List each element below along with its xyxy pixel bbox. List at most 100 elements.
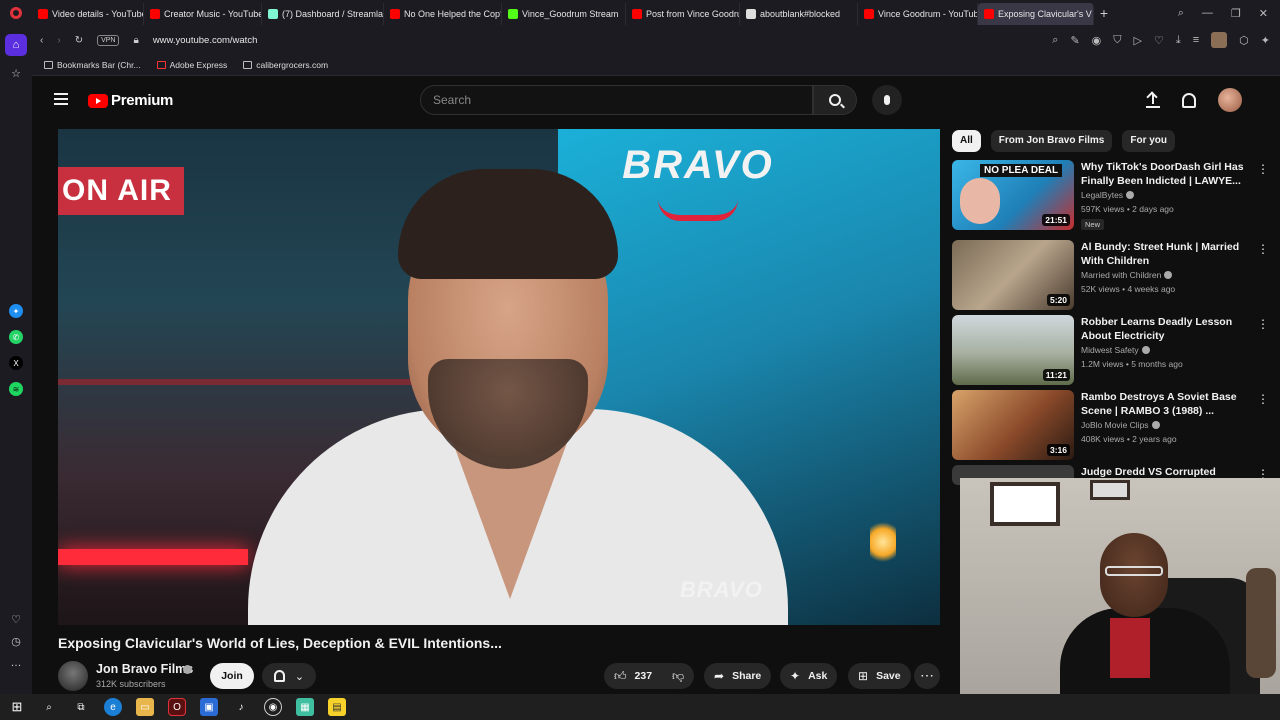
more-vert-icon[interactable]: ⋮: [1257, 392, 1269, 406]
more-vert-icon[interactable]: ⋮: [1257, 317, 1269, 331]
bookmark-item[interactable]: Adobe Express: [156, 60, 227, 70]
more-icon[interactable]: …: [5, 652, 27, 674]
recommendation-item[interactable]: 3:16 Rambo Destroys A Soviet Base Scene …: [952, 390, 1272, 460]
video-thumbnail[interactable]: 5:20: [952, 240, 1074, 310]
channel-name[interactable]: Jon Bravo Films: [96, 662, 193, 676]
ai-icon[interactable]: ✦: [1261, 34, 1270, 47]
windows-start-icon[interactable]: ⊞: [8, 698, 26, 716]
obs-icon[interactable]: ◉: [264, 698, 282, 716]
menu-icon[interactable]: [54, 93, 68, 105]
chip-all[interactable]: All: [952, 130, 981, 152]
search-tabs-icon[interactable]: ⌕: [1178, 7, 1184, 20]
opera-logo-icon[interactable]: [0, 0, 32, 26]
recommendation-title[interactable]: Al Bundy: Street Hunk | Married With Chi…: [1081, 240, 1247, 268]
recommendation-item[interactable]: 5:20 Al Bundy: Street Hunk | Married Wit…: [952, 240, 1272, 310]
browser-tab[interactable]: Video details - YouTube S: [32, 3, 144, 25]
home-icon[interactable]: ⌂: [5, 34, 27, 56]
voice-search-button[interactable]: [872, 85, 902, 115]
recommendation-channel[interactable]: JoBlo Movie Clips: [1081, 420, 1160, 430]
recommendation-channel[interactable]: Midwest Safety: [1081, 345, 1150, 355]
more-vert-icon[interactable]: ⋮: [1257, 242, 1269, 256]
ask-button[interactable]: ✦ Ask: [780, 663, 838, 689]
opera-icon[interactable]: O: [168, 698, 186, 716]
edit-icon[interactable]: ✎: [1070, 34, 1079, 47]
history-icon[interactable]: ◷: [5, 630, 27, 652]
store-icon[interactable]: ▣: [200, 698, 218, 716]
folder-icon: [44, 60, 53, 69]
recommendation-item[interactable]: NO PLEA DEAL 21:51 Why TikTok's DoorDash…: [952, 160, 1272, 230]
youtube-icon: [632, 9, 642, 19]
sticky-notes-icon[interactable]: ▤: [328, 698, 346, 716]
task-view-icon[interactable]: ⧉: [72, 698, 90, 716]
subscription-bell-button[interactable]: ⌄: [262, 663, 316, 689]
browser-tab[interactable]: Vince Goodrum - YouTub: [858, 3, 978, 25]
recommendation-item[interactable]: 11:21 Robber Learns Deadly Lesson About …: [952, 315, 1272, 385]
recommendation-title[interactable]: Rambo Destroys A Soviet Base Scene | RAM…: [1081, 390, 1247, 418]
upload-icon[interactable]: [1146, 92, 1160, 108]
browser-tab[interactable]: (7) Dashboard / Streamlab: [262, 3, 384, 25]
reload-icon[interactable]: ↻: [75, 35, 83, 46]
dislike-button[interactable]: 👎︎: [664, 663, 694, 689]
save-button[interactable]: ⊞ Save: [848, 663, 911, 689]
join-button[interactable]: Join: [210, 663, 254, 689]
search-icon[interactable]: ⌕: [1052, 34, 1058, 47]
channel-avatar[interactable]: [58, 661, 88, 691]
menu-icon[interactable]: ≡: [1193, 34, 1199, 46]
video-thumbnail[interactable]: NO PLEA DEAL 21:51: [952, 160, 1074, 230]
bookmark-item[interactable]: Bookmarks Bar (Chr...: [44, 60, 141, 70]
x-icon[interactable]: X: [9, 356, 23, 370]
browser-tab[interactable]: Post from Vince Goodrum: [626, 3, 740, 25]
notifications-bell-icon[interactable]: [1182, 92, 1196, 108]
chip-for-you[interactable]: For you: [1122, 130, 1176, 152]
play-icon[interactable]: ▷: [1134, 34, 1142, 47]
new-tab-plus-icon[interactable]: +: [1094, 5, 1114, 21]
heart-icon[interactable]: ♡: [1154, 34, 1164, 47]
bookmark-item[interactable]: calibergrocers.com: [243, 60, 328, 70]
forward-icon[interactable]: ›: [57, 35, 60, 46]
download-icon[interactable]: ⤓: [1176, 34, 1181, 47]
video-thumbnail[interactable]: 3:16: [952, 390, 1074, 460]
recommendation-title[interactable]: Robber Learns Deadly Lesson About Electr…: [1081, 315, 1247, 343]
chip-from-channel[interactable]: From Jon Bravo Films: [990, 130, 1113, 152]
extensions-icon[interactable]: ⬡: [1239, 34, 1249, 47]
recommendation-channel[interactable]: LegalBytes: [1081, 190, 1135, 200]
file-explorer-icon[interactable]: ▭: [136, 698, 154, 716]
more-vert-icon[interactable]: ⋮: [1257, 162, 1269, 176]
back-icon[interactable]: ‹: [40, 35, 43, 46]
star-icon[interactable]: ☆: [5, 62, 27, 84]
browser-tab[interactable]: Vince_Goodrum Stream: [502, 3, 626, 25]
messenger-icon[interactable]: ✦: [9, 304, 23, 318]
account-avatar[interactable]: [1218, 88, 1242, 112]
youtube-icon: [864, 9, 874, 19]
browser-tab[interactable]: No One Helped the Cop?: [384, 3, 502, 25]
search-icon[interactable]: ⌕: [40, 698, 58, 716]
recommendation-title[interactable]: Judge Dredd VS Corrupted: [1081, 465, 1247, 479]
more-actions-button[interactable]: ⋯: [914, 663, 940, 689]
close-icon[interactable]: ✕: [1259, 7, 1268, 20]
recommendation-channel[interactable]: Married with Children: [1081, 270, 1173, 280]
recommendation-title[interactable]: Why TikTok's DoorDash Girl Has Finally B…: [1081, 160, 1247, 188]
camera-icon[interactable]: ◉: [1092, 34, 1102, 47]
search-button[interactable]: [813, 85, 857, 115]
video-thumbnail[interactable]: 11:21: [952, 315, 1074, 385]
share-button[interactable]: ➦ Share: [704, 663, 772, 689]
heart-icon[interactable]: ♡: [5, 608, 27, 630]
streamlabs-icon[interactable]: ▦: [296, 698, 314, 716]
minimize-icon[interactable]: —: [1202, 7, 1213, 20]
edge-icon[interactable]: e: [104, 698, 122, 716]
browser-tab[interactable]: Creator Music - YouTube: [144, 3, 262, 25]
search-input[interactable]: Search: [420, 85, 813, 115]
shield-icon[interactable]: ⛉: [1113, 34, 1121, 47]
tiktok-icon[interactable]: ♪: [232, 698, 250, 716]
chevron-down-icon: ⌄: [294, 670, 305, 683]
spotify-icon[interactable]: ≋: [9, 382, 23, 396]
whatsapp-icon[interactable]: ✆: [9, 330, 23, 344]
browser-tab[interactable]: aboutblank#blocked: [740, 3, 858, 25]
url-field[interactable]: www.youtube.com/watch: [153, 35, 258, 46]
video-player[interactable]: ON AIR BRAVO BRAVO: [58, 129, 940, 625]
browser-tab-active[interactable]: Exposing Clavicular's V: [978, 3, 1094, 25]
youtube-logo[interactable]: Premium: [88, 92, 173, 109]
vpn-badge[interactable]: VPN: [97, 34, 120, 46]
maximize-icon[interactable]: ❐: [1231, 7, 1241, 20]
profile-avatar[interactable]: [1211, 32, 1228, 48]
